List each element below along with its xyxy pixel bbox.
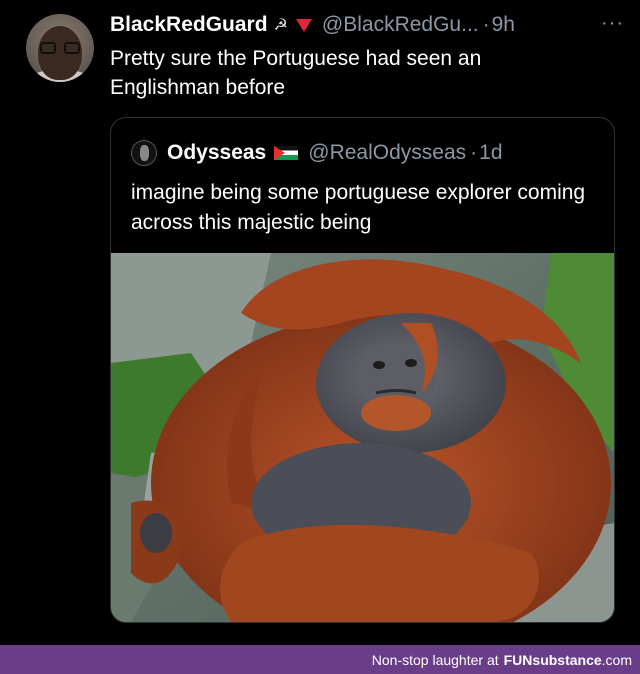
quoted-tweet-text: imagine being some portuguese explorer c… bbox=[131, 181, 586, 234]
user-handle[interactable]: @BlackRedGu... bbox=[322, 13, 479, 37]
footer-prefix: Non-stop laughter at bbox=[371, 651, 499, 668]
timestamp[interactable]: 9h bbox=[492, 13, 515, 37]
tweet[interactable]: BlackRedGuard ☭ @BlackRedGu... · 9h ··· … bbox=[0, 0, 640, 645]
brand-substance: substance bbox=[532, 651, 602, 668]
user-avatar[interactable] bbox=[26, 14, 94, 82]
quoted-timestamp[interactable]: 1d bbox=[479, 141, 502, 165]
separator-dot: · bbox=[482, 13, 490, 36]
quoted-user-handle[interactable]: @RealOdysseas bbox=[308, 141, 466, 165]
tweet-text: Pretty sure the Portuguese had seen an E… bbox=[110, 47, 482, 99]
hammer-sickle-icon: ☭ bbox=[273, 17, 288, 34]
quoted-tweet-header: Odysseas @RealOdysseas · 1d bbox=[131, 140, 503, 166]
avatar-glasses bbox=[40, 42, 80, 54]
orangutan-photo[interactable] bbox=[111, 253, 614, 622]
palestine-flag-icon bbox=[274, 146, 299, 160]
quoted-display-name[interactable]: Odysseas bbox=[167, 141, 266, 165]
brand-domain: .com bbox=[601, 651, 632, 668]
tweet-header: BlackRedGuard ☭ @BlackRedGu... · 9h bbox=[110, 10, 515, 40]
display-name[interactable]: BlackRedGuard bbox=[110, 13, 268, 37]
red-triangle-down-icon bbox=[295, 18, 312, 32]
quoted-user-avatar[interactable] bbox=[131, 140, 157, 166]
more-options-icon[interactable]: ··· bbox=[601, 12, 624, 35]
brand-fun: FUN bbox=[503, 651, 533, 668]
quoted-tweet[interactable]: Odysseas @RealOdysseas · 1d imagine bein… bbox=[110, 117, 615, 623]
quoted-separator-dot: · bbox=[470, 141, 478, 164]
watermark-footer: Non-stop laughter at FUN substance .com bbox=[0, 645, 640, 674]
